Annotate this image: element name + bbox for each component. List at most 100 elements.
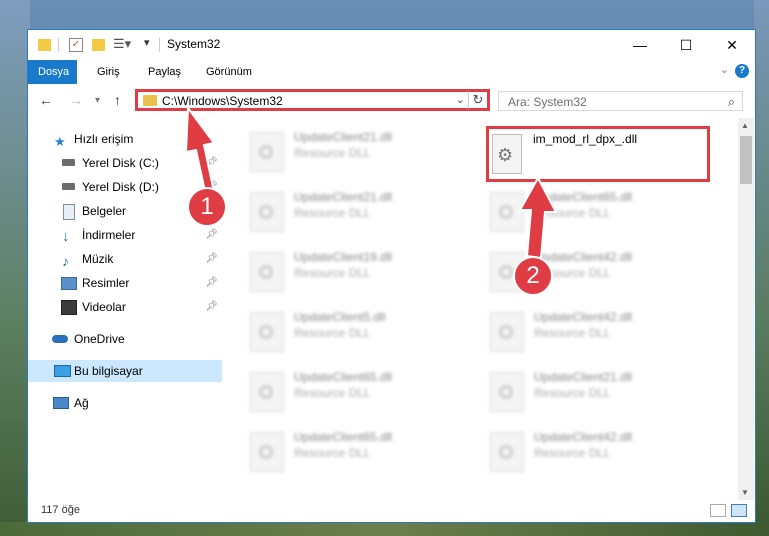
vertical-scrollbar[interactable]: ▲ ▼ <box>738 118 754 500</box>
pin-icon[interactable]: 📌︎ <box>205 296 218 318</box>
list-item[interactable]: UpdateClient65.dll Resource DLL <box>250 366 450 418</box>
nav-label: Yerel Disk (C:) <box>82 156 159 170</box>
file-name: UpdateClient19.dll <box>294 250 393 264</box>
nav-item-quick-access[interactable]: ★ Hızlı erişim <box>28 128 222 150</box>
file-type: Resource DLL <box>294 326 371 340</box>
nav-label: Yerel Disk (D:) <box>82 180 159 194</box>
title-bar: ✓ ☰▾ ▾ System32 — ☐ ✕ <box>28 30 755 60</box>
pin-icon[interactable]: 📌︎ <box>205 248 218 270</box>
large-icons-view-icon[interactable] <box>731 504 747 517</box>
tab-gorunum[interactable]: Görünüm <box>197 60 261 84</box>
list-item[interactable]: UpdateClient65.dll Resource DLL <box>490 186 690 238</box>
pin-icon[interactable]: 📌︎ <box>205 152 218 174</box>
nav-item-pictures[interactable]: Resimler 📌︎ <box>28 272 222 294</box>
star-icon: ★ <box>54 134 66 149</box>
computer-icon <box>54 365 71 377</box>
step-badge-1: 1 <box>187 187 227 227</box>
dll-file-icon <box>490 312 524 352</box>
list-item[interactable]: UpdateClient19.dll Resource DLL <box>250 246 450 298</box>
tab-giris[interactable]: Giriş <box>88 60 129 84</box>
search-input[interactable]: Ara: System32 ⌕ <box>498 91 743 111</box>
desktop-background-right <box>754 0 769 536</box>
file-type: Resource DLL <box>534 446 611 460</box>
nav-label: Belgeler <box>82 204 127 218</box>
back-icon[interactable]: ← <box>39 92 53 108</box>
file-name: UpdateClient42.dll <box>534 430 633 444</box>
nav-label: Videolar <box>82 300 126 314</box>
navigation-pane: ★ Hızlı erişim Yerel Disk (C:) 📌︎ Yerel … <box>28 118 222 500</box>
nav-item-network[interactable]: Ağ <box>28 392 222 414</box>
target-dll-file[interactable]: im_mod_rl_dpx_.dll <box>486 126 710 182</box>
scroll-down-icon[interactable]: ▼ <box>741 488 749 497</box>
nav-label: OneDrive <box>74 332 125 346</box>
music-icon: ♪ <box>62 253 69 269</box>
file-type: Resource DLL <box>534 206 611 220</box>
pin-icon[interactable]: 📌︎ <box>205 272 218 294</box>
address-bar-row: ← → ▾ ↑ C:\Windows\System32 ⌄ ↻ Ara: Sys… <box>28 84 755 118</box>
up-icon[interactable]: ↑ <box>114 92 121 108</box>
nav-label: İndirmeler <box>82 228 136 242</box>
address-field[interactable]: C:\Windows\System32 ⌄ ↻ <box>135 89 490 111</box>
tab-dosya[interactable]: Dosya <box>28 60 77 84</box>
scroll-up-icon[interactable]: ▲ <box>741 121 749 130</box>
file-name: UpdateClient65.dll <box>294 430 393 444</box>
list-item[interactable]: UpdateClient42.dll Resource DLL <box>490 306 690 358</box>
file-type: Resource DLL <box>294 206 371 220</box>
drive-icon <box>62 183 75 190</box>
forward-icon[interactable]: → <box>69 92 83 108</box>
toolbar-dropdown-icon[interactable]: ▾ <box>144 36 150 52</box>
dll-file-icon <box>250 372 284 412</box>
customize-toolbar-icon[interactable]: ☰▾ <box>113 36 131 52</box>
list-item[interactable]: UpdateClient21.dll Resource DLL <box>490 366 690 418</box>
file-type: Resource DLL <box>534 326 611 340</box>
file-name: UpdateClient65.dll <box>534 190 633 204</box>
folder-icon <box>38 39 51 51</box>
minimize-button[interactable]: — <box>617 30 663 60</box>
file-name: UpdateClient65.dll <box>294 370 393 384</box>
properties-icon[interactable]: ✓ <box>69 38 83 52</box>
nav-item-this-pc[interactable]: Bu bilgisayar <box>28 360 222 382</box>
explorer-window: ✓ ☰▾ ▾ System32 — ☐ ✕ Dosya Giriş Paylaş… <box>27 29 756 523</box>
file-type: Resource DLL <box>294 146 371 160</box>
list-item[interactable]: UpdateClient42.dll Resource DLL <box>490 426 690 478</box>
nav-label: Müzik <box>82 252 114 266</box>
tab-paylas[interactable]: Paylaş <box>139 60 190 84</box>
close-button[interactable]: ✕ <box>709 30 755 60</box>
nav-item-disk-c[interactable]: Yerel Disk (C:) 📌︎ <box>28 152 222 174</box>
recent-locations-icon[interactable]: ▾ <box>95 95 100 106</box>
list-item[interactable]: UpdateClient65.dll Resource DLL <box>250 426 450 478</box>
list-item[interactable]: UpdateClient5.dll Resource DLL <box>250 306 450 358</box>
address-dropdown-icon[interactable]: ⌄ <box>456 93 465 106</box>
folder-icon <box>143 95 157 106</box>
dll-file-icon <box>250 132 284 172</box>
maximize-button[interactable]: ☐ <box>663 30 709 60</box>
desktop-background-bottom <box>0 522 769 536</box>
file-name: UpdateClient21.dll <box>294 190 393 204</box>
nav-item-onedrive[interactable]: OneDrive <box>28 328 222 350</box>
file-name: UpdateClient21.dll <box>294 130 393 144</box>
dll-file-icon <box>490 372 524 412</box>
ribbon-tabs: Dosya Giriş Paylaş Görünüm ⌄ ? <box>28 60 755 84</box>
step-badge-2: 2 <box>513 256 553 296</box>
details-view-icon[interactable] <box>710 504 726 517</box>
scrollbar-thumb[interactable] <box>740 136 752 184</box>
status-bar: 117 öğe <box>28 500 755 522</box>
dll-file-icon <box>250 432 284 472</box>
file-type: Resource DLL <box>294 446 371 460</box>
new-folder-icon[interactable] <box>92 39 105 51</box>
file-type: Resource DLL <box>294 386 371 400</box>
dll-file-icon <box>250 252 284 292</box>
list-item[interactable]: UpdateClient21.dll Resource DLL <box>250 126 450 178</box>
nav-item-downloads[interactable]: ↓ İndirmeler 📌︎ <box>28 224 222 246</box>
file-type: Resource DLL <box>294 266 371 280</box>
list-item[interactable]: UpdateClient21.dll Resource DLL <box>250 186 450 238</box>
search-placeholder: Ara: System32 <box>508 95 587 109</box>
search-icon: ⌕ <box>727 94 735 109</box>
nav-item-videos[interactable]: Videolar 📌︎ <box>28 296 222 318</box>
download-icon: ↓ <box>62 228 70 245</box>
ribbon-collapse-icon[interactable]: ⌄ <box>720 63 729 76</box>
refresh-icon[interactable]: ↻ <box>468 91 487 109</box>
pin-icon[interactable]: 📌︎ <box>205 224 218 246</box>
help-icon[interactable]: ? <box>735 64 749 78</box>
nav-item-music[interactable]: ♪ Müzik 📌︎ <box>28 248 222 270</box>
